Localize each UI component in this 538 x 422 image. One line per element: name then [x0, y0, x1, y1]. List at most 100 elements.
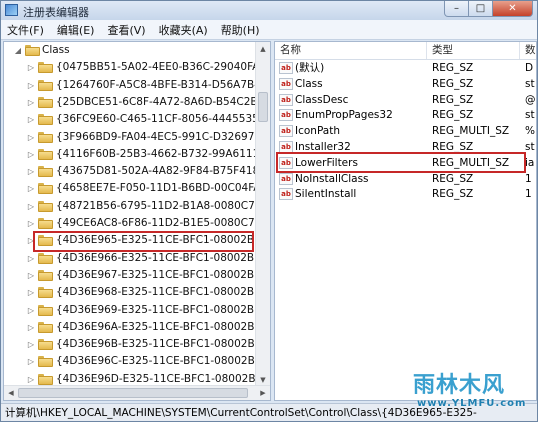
expand-arrow-icon[interactable]: ▷ [26, 59, 36, 76]
minimize-button[interactable]: – [444, 1, 469, 17]
tree-key-label: {49CE6AC8-6F86-11D2-B1E5-0080C72E74A2} [56, 217, 270, 229]
tree-key-label: {4D36E969-E325-11CE-BFC1-08002BE10318} [56, 303, 270, 316]
folder-icon [38, 339, 53, 351]
expand-arrow-icon[interactable]: ▷ [26, 284, 36, 301]
tree-hscroll-thumb[interactable] [18, 388, 248, 398]
value-data: st [525, 109, 535, 122]
watermark-text: 雨林木风 [413, 373, 506, 398]
folder-icon [38, 269, 53, 281]
column-header-type[interactable]: 类型 [427, 42, 520, 59]
expand-arrow-icon[interactable]: ▷ [26, 163, 36, 180]
window-controls: – □ ✕ [444, 1, 533, 18]
tree-key-label: {4D36E968-E325-11CE-BFC1-08002BE10318} [56, 286, 270, 299]
expand-arrow-icon[interactable]: ▷ [26, 198, 36, 215]
expand-arrow-icon[interactable]: ▷ [26, 267, 36, 284]
expand-arrow-icon[interactable]: ▷ [26, 146, 36, 163]
string-value-icon: ab [279, 156, 293, 169]
folder-icon [38, 131, 53, 143]
menu-help[interactable]: 帮助(H) [215, 22, 267, 38]
tree-key-label: Class [42, 44, 70, 56]
folder-icon [38, 96, 53, 108]
expand-arrow-icon[interactable]: ▷ [26, 336, 36, 353]
menu-file[interactable]: 文件(F) [1, 22, 51, 38]
folder-icon [38, 114, 53, 126]
menu-view[interactable]: 查看(V) [101, 22, 152, 38]
value-name: Installer32 [295, 141, 351, 153]
value-type: REG_MULTI_SZ [432, 156, 510, 169]
column-header-name[interactable]: 名称 [275, 42, 427, 59]
expand-arrow-icon[interactable]: ▷ [26, 250, 36, 267]
tree-key-label: {4D36E965-E325-11CE-BFC1-08002BE10318} [56, 234, 270, 247]
expand-arrow-icon[interactable]: ▷ [26, 319, 36, 336]
folder-icon [38, 183, 53, 195]
value-type: REG_SZ [432, 93, 474, 106]
string-value-icon: ab [279, 93, 293, 106]
folder-icon [38, 356, 53, 368]
value-type: REG_SZ [432, 62, 474, 74]
tree-key-label: {4D36E96C-E325-11CE-BFC1-08002BE10318} [56, 355, 270, 368]
expand-arrow-icon[interactable]: ▷ [26, 232, 36, 249]
folder-icon [38, 79, 53, 91]
value-name: ClassDesc [295, 93, 349, 106]
expand-arrow-icon[interactable]: ▷ [26, 129, 36, 146]
tree-vscroll-thumb[interactable] [258, 92, 268, 122]
value-name: Class [295, 77, 323, 90]
expand-arrow-icon[interactable]: ▷ [26, 215, 36, 232]
scroll-left-arrow-icon[interactable]: ◀ [4, 386, 18, 400]
value-type: REG_SZ [432, 141, 474, 153]
value-data: 1 [525, 188, 532, 201]
folder-icon [38, 235, 53, 247]
value-name: (默认) [295, 62, 325, 74]
tree-key-label: {4658EE7E-F050-11D1-B6BD-00C04FA372A7} [56, 182, 270, 195]
expand-arrow-icon[interactable]: ▷ [26, 94, 36, 111]
column-header-data[interactable]: 数 [520, 42, 536, 59]
expand-arrow-icon[interactable]: ▷ [26, 302, 36, 319]
scroll-right-arrow-icon[interactable]: ▶ [256, 386, 270, 400]
expand-arrow-icon[interactable]: ▷ [26, 353, 36, 370]
tree-key-label: {4D36E967-E325-11CE-BFC1-08002BE10318} [56, 268, 270, 281]
string-value-icon: ab [279, 172, 293, 185]
tree-key-label: {4D36E966-E325-11CE-BFC1-08002BE10318} [56, 251, 270, 264]
folder-icon [25, 45, 40, 56]
value-type: REG_SZ [432, 188, 474, 201]
tree-vertical-scrollbar[interactable]: ▲ ▼ [255, 42, 270, 387]
value-row[interactable]: ab SilentInstall REG_SZ 1 [275, 186, 536, 202]
value-row[interactable]: ab EnumPropPages32 REG_SZ st [275, 107, 536, 123]
value-name: IconPath [295, 125, 341, 138]
value-row[interactable]: ab Installer32 REG_SZ st [275, 139, 536, 155]
tree-horizontal-scrollbar[interactable]: ◀ ▶ [4, 385, 270, 400]
folder-icon [38, 304, 53, 316]
string-value-icon: ab [279, 141, 293, 153]
expand-arrow-icon[interactable]: ▷ [26, 180, 36, 197]
folder-icon [38, 62, 53, 74]
value-data: 1 [525, 172, 532, 185]
value-row[interactable]: ab LowerFilters REG_MULTI_SZ ia [275, 155, 536, 171]
collapse-arrow-icon[interactable]: ◢ [13, 42, 23, 59]
maximize-button[interactable]: □ [469, 1, 493, 17]
folder-icon [38, 287, 53, 299]
value-row[interactable]: ab (默认) REG_SZ D [275, 60, 536, 76]
menu-favorites[interactable]: 收藏夹(A) [153, 22, 215, 38]
menu-edit[interactable]: 编辑(E) [51, 22, 102, 38]
close-button[interactable]: ✕ [493, 1, 533, 17]
value-row[interactable]: ab Class REG_SZ st [275, 76, 536, 92]
window-title: 注册表编辑器 [23, 6, 89, 19]
string-value-icon: ab [279, 77, 293, 90]
title-bar[interactable]: 注册表编辑器 – □ ✕ [1, 1, 537, 20]
expand-arrow-icon[interactable]: ▷ [26, 111, 36, 128]
expand-arrow-icon[interactable]: ▷ [26, 77, 36, 94]
value-row[interactable]: ab IconPath REG_MULTI_SZ% [275, 123, 536, 139]
string-value-icon: ab [279, 62, 293, 74]
registry-editor-window: 注册表编辑器 – □ ✕ 文件(F) 编辑(E) 查看(V) 收藏夹(A) 帮助… [0, 0, 538, 422]
value-name: SilentInstall [295, 188, 357, 201]
scroll-up-arrow-icon[interactable]: ▲ [256, 42, 270, 56]
value-data: st [525, 77, 535, 90]
tree-key-label: {0475BB51-5A02-4EE0-B36C-29040FAD2650} [56, 61, 270, 74]
value-row[interactable]: ab NoInstallClass REG_SZ 1 [275, 171, 536, 187]
folder-icon [38, 252, 53, 264]
value-data: % [525, 125, 535, 138]
registry-tree-pane: ◢ Class ▷ {0475BB51-5A02-4EE0-B36C-29040FAD… [3, 41, 271, 401]
value-row[interactable]: ab ClassDesc REG_SZ @ [275, 92, 536, 108]
values-header: 名称 类型 数 [275, 42, 536, 60]
string-value-icon: ab [279, 188, 293, 201]
